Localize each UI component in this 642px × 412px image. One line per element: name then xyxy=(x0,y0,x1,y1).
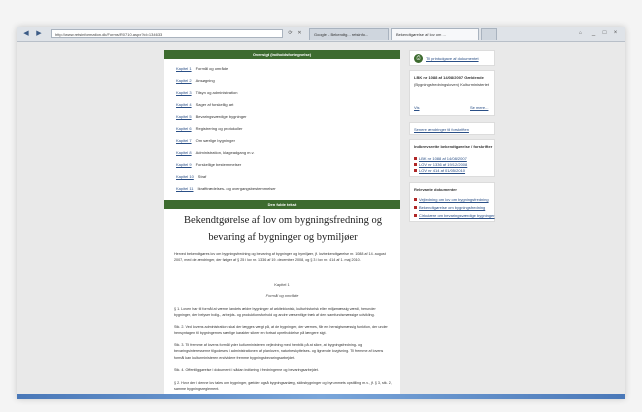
previous-documents-box: Indbrevsrette bekendtgørelse / forskrift… xyxy=(409,139,495,177)
more-link[interactable]: Se mere... xyxy=(470,105,488,111)
tab-active-document[interactable]: Bekendtgørelse af lov om ... xyxy=(391,28,479,40)
previous-title: Indbrevsrette bekendtgørelse / forskrift… xyxy=(414,144,493,149)
printer-icon: ⎙ xyxy=(414,54,423,63)
bullet-icon xyxy=(414,157,417,161)
browser-toolbar: ◀ ▶ http://www.retsinformation.dk/Forms/… xyxy=(17,27,625,42)
paragraph: Stk. 4. Offentliggørelse i dokument i så… xyxy=(174,368,319,372)
page-background: Oversigt (Indholdsfortegnelse) Kapitel 1… xyxy=(17,42,625,397)
print-link[interactable]: Til printudgave af dokumentet xyxy=(426,56,479,62)
toc-item[interactable]: Kapitel 10 Straf xyxy=(176,174,206,180)
print-box: ⎙ Til printudgave af dokumentet xyxy=(409,50,495,66)
chapter-title: Formål og område xyxy=(265,293,299,298)
full-text-bar[interactable]: Den fulde tekst xyxy=(164,200,400,209)
document-panel: Oversigt (Indholdsfortegnelse) Kapitel 1… xyxy=(164,50,400,397)
bullet-icon xyxy=(414,198,417,202)
toc-item[interactable]: Kapitel 6 Registrering og protokoller xyxy=(176,126,243,132)
toc-item[interactable]: Kapitel 2 Ansøgning xyxy=(176,78,215,84)
bullet-icon xyxy=(414,214,417,218)
toc-item[interactable]: Kapitel 11 Ikrafttrædelses- og overgangsb… xyxy=(176,186,276,192)
address-bar[interactable]: http://www.retsinformation.dk/Forms/R071… xyxy=(51,29,283,38)
toc-item[interactable]: Kapitel 4 Sager af forskellig art xyxy=(176,102,233,108)
maximize-button[interactable]: □ xyxy=(600,29,609,38)
paragraph: § 1. Loven har til formål at værne lande… xyxy=(174,307,376,318)
bullet-icon xyxy=(414,206,417,210)
relevant-item[interactable]: Bekendtgørelse om bygningsfredning xyxy=(414,205,485,211)
law-title: LBK nr 1088 af 14/08/2007 Gældende xyxy=(414,75,484,80)
toc-header: Oversigt (Indholdsfortegnelse) xyxy=(164,50,400,59)
tab-google[interactable]: Google - Bekendtg... retsinfo... xyxy=(309,28,389,40)
previous-item[interactable]: LOV nr 1336 af 19/12/2008 xyxy=(414,162,467,168)
forward-button[interactable]: ▶ xyxy=(34,29,44,38)
home-icon[interactable]: ⌂ xyxy=(577,30,584,37)
relevant-documents-box: Relevante dokumenter Vejledning om lov o… xyxy=(409,182,495,222)
previous-item[interactable]: LOV nr 414 af 01/05/2010 xyxy=(414,168,465,174)
later-changes-box: Senere ændringer til forskriften xyxy=(409,122,495,135)
photo-frame: ◀ ▶ http://www.retsinformation.dk/Forms/… xyxy=(0,0,642,412)
close-button[interactable]: × xyxy=(611,29,620,38)
paragraph: Stk. 2. Ved lovens administration skal d… xyxy=(174,325,388,336)
law-ministry: (Bygningsfredningsloven) Kulturministeri… xyxy=(414,82,489,87)
paragraph: Stk. 3. Til fremme af lovens formål yder… xyxy=(174,343,384,360)
related-link[interactable]: Vis xyxy=(414,105,419,111)
stop-icon[interactable]: ✕ xyxy=(296,30,303,37)
relevant-item[interactable]: Cirkulære om bevaringsværdige bygninger xyxy=(414,213,495,219)
toc-item[interactable]: Kapitel 1 Formål og område xyxy=(176,66,228,72)
relevant-item[interactable]: Vejledning om lov om bygningsfredning xyxy=(414,197,489,203)
toc-item[interactable]: Kapitel 3 Tilsyn og administration xyxy=(176,90,237,96)
intro-paragraph: Herved bekendtgøres lov om bygningsfredn… xyxy=(174,252,386,263)
relevant-title: Relevante dokumenter xyxy=(414,187,457,192)
toc-item[interactable]: Kapitel 8 Administration, klageadgang m.v… xyxy=(176,150,254,156)
minimize-button[interactable]: _ xyxy=(589,29,598,38)
back-button[interactable]: ◀ xyxy=(21,29,31,38)
toc-item[interactable]: Kapitel 7 Om særlige bygninger xyxy=(176,138,235,144)
refresh-icon[interactable]: ⟳ xyxy=(287,30,294,37)
chapter-label: Kapitel 1 xyxy=(274,282,290,287)
browser-window: ◀ ▶ http://www.retsinformation.dk/Forms/… xyxy=(17,27,625,399)
toc-item[interactable]: Kapitel 9 Forskellige bestemmelser xyxy=(176,162,241,168)
bullet-icon xyxy=(414,163,417,167)
later-changes-link[interactable]: Senere ændringer til forskriften xyxy=(414,127,469,133)
previous-item[interactable]: LBK nr 1088 af 14/08/2007 xyxy=(414,156,467,162)
new-tab-button[interactable] xyxy=(481,28,497,40)
law-info-box: LBK nr 1088 af 14/08/2007 Gældende (Bygn… xyxy=(409,70,495,116)
taskbar xyxy=(17,394,625,399)
toc-item[interactable]: Kapitel 5 Bevaringsværdige bygninger xyxy=(176,114,247,120)
bullet-icon xyxy=(414,169,417,173)
document-title: Bekendtgørelse af lov om bygningsfrednin… xyxy=(183,215,382,243)
paragraph: § 2. Hvor der i denne lov tales om bygni… xyxy=(174,381,392,392)
